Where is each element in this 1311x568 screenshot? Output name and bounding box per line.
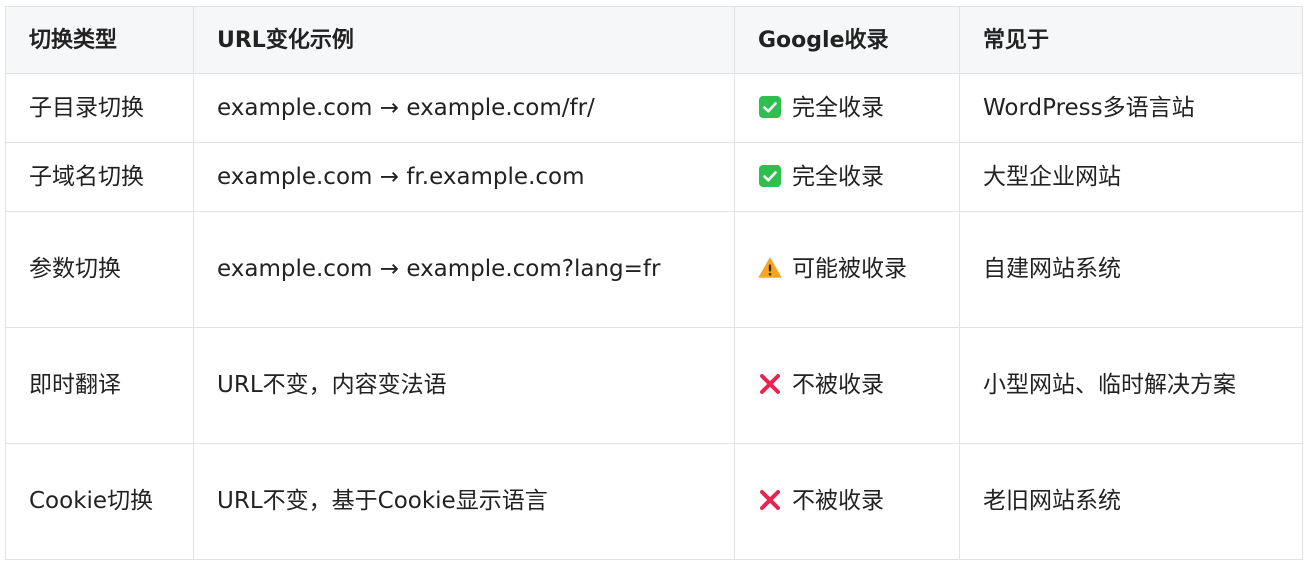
cell-common-in: 大型企业网站 — [959, 142, 1303, 212]
cell-common-in: 自建网站系统 — [959, 211, 1303, 328]
header-common-in: 常见于 — [959, 6, 1303, 74]
cell-switch-type: 即时翻译 — [5, 327, 194, 444]
cell-google-indexing: 不被收录 — [734, 327, 960, 444]
status-text: 不被收录 — [792, 488, 884, 514]
cell-url-example: example.com → example.com/fr/ — [193, 73, 735, 143]
status-text: 完全收录 — [792, 163, 884, 190]
table-header-row: 切换类型 URL变化示例 Google收录 常见于 — [5, 6, 1303, 74]
header-url-example: URL变化示例 — [193, 6, 735, 74]
comparison-table-container: 切换类型 URL变化示例 Google收录 常见于 子目录切换 example.… — [5, 6, 1303, 560]
table-row: 子目录切换 example.com → example.com/fr/ 完全收录… — [5, 73, 1303, 143]
comparison-table: 切换类型 URL变化示例 Google收录 常见于 子目录切换 example.… — [5, 6, 1303, 560]
cell-google-indexing: 完全收录 — [734, 142, 960, 212]
cell-switch-type: Cookie切换 — [5, 443, 194, 560]
table-row: Cookie切换 URL不变，基于Cookie显示语言 不被收录 老旧网站系统 — [5, 443, 1303, 560]
status-text: 不被收录 — [792, 372, 884, 398]
cell-common-in: 老旧网站系统 — [959, 443, 1303, 560]
cell-switch-type: 子目录切换 — [5, 73, 194, 143]
table-row: 参数切换 example.com → example.com?lang=fr 可… — [5, 211, 1303, 328]
check-icon — [758, 164, 782, 188]
cross-icon — [758, 488, 782, 512]
cell-google-indexing: 不被收录 — [734, 443, 960, 560]
cell-switch-type: 子域名切换 — [5, 142, 194, 212]
header-google-indexing: Google收录 — [734, 6, 960, 74]
cell-common-in: WordPress多语言站 — [959, 73, 1303, 143]
cell-url-example: example.com → example.com?lang=fr — [193, 211, 735, 328]
cell-google-indexing: 可能被收录 — [734, 211, 960, 328]
status-text: 可能被收录 — [792, 256, 907, 282]
table-row: 即时翻译 URL不变，内容变法语 不被收录 小型网站、临时解决方案 — [5, 327, 1303, 444]
cell-url-example: URL不变，内容变法语 — [193, 327, 735, 444]
header-switch-type: 切换类型 — [5, 6, 194, 74]
cross-icon — [758, 372, 782, 396]
status-text: 完全收录 — [792, 94, 884, 121]
check-icon — [758, 95, 782, 119]
cell-url-example: URL不变，基于Cookie显示语言 — [193, 443, 735, 560]
cell-google-indexing: 完全收录 — [734, 73, 960, 143]
table-row: 子域名切换 example.com → fr.example.com 完全收录 … — [5, 142, 1303, 212]
warning-icon — [758, 256, 782, 280]
cell-switch-type: 参数切换 — [5, 211, 194, 328]
cell-common-in: 小型网站、临时解决方案 — [959, 327, 1303, 444]
cell-url-example: example.com → fr.example.com — [193, 142, 735, 212]
